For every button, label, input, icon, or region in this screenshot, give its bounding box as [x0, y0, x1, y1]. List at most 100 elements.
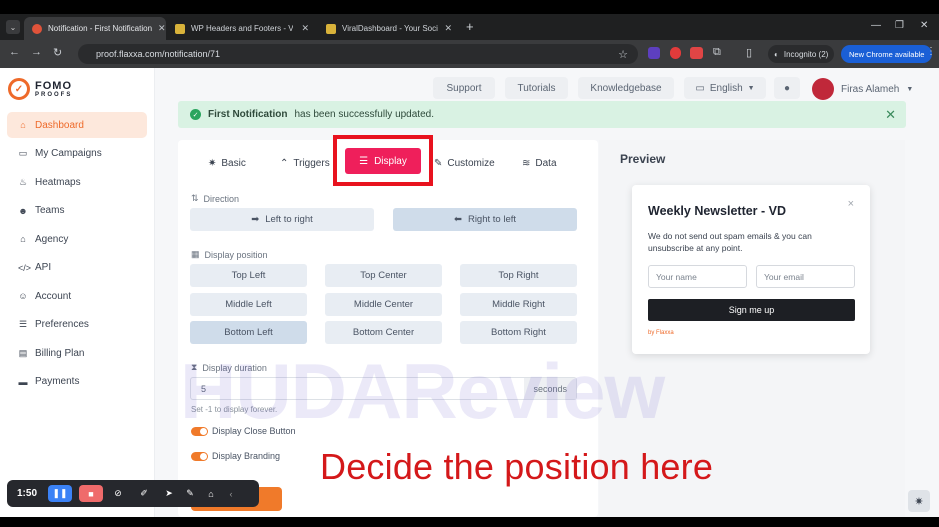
support-button[interactable]: Support [433, 77, 495, 99]
draw-icon[interactable]: ✐ [133, 485, 155, 502]
sidebar-item-label: API [35, 262, 52, 273]
widget-branding: by Flaxxa [648, 330, 674, 336]
receipt-icon: ▤ [18, 347, 28, 358]
new-chrome-button[interactable]: New Chrome available [841, 45, 933, 63]
bookmark-star-icon[interactable]: ☆ [618, 48, 628, 61]
tab-triggers[interactable]: ⌃ Triggers [280, 155, 330, 171]
browser-tab-notification[interactable]: Notification - First Notification ✕ [24, 17, 166, 40]
back-icon[interactable]: ← [9, 46, 20, 58]
tab-label: Triggers [293, 157, 330, 169]
settings-gear-icon[interactable]: ✷ [908, 490, 930, 512]
position-middle-right-button[interactable]: Middle Right [460, 292, 577, 316]
knowledgebase-button[interactable]: Knowledgebase [578, 77, 674, 99]
position-top-center-button[interactable]: Top Center [325, 264, 442, 287]
extensions-puzzle-icon[interactable]: ⧉ [713, 46, 721, 59]
sidebar-item-agency[interactable]: ⌂ Agency [7, 226, 147, 252]
sidebar-item-label: Heatmaps [35, 176, 81, 188]
reload-icon[interactable]: ↻ [53, 46, 62, 59]
close-notice-icon[interactable]: ✕ [885, 107, 896, 123]
bank-icon: ⌂ [20, 234, 26, 244]
tab-label: Data [535, 157, 557, 169]
chevron-up-icon: ⌃ [280, 157, 289, 169]
tutorials-button[interactable]: Tutorials [505, 77, 568, 99]
side-panel-icon[interactable]: ▯ [746, 46, 752, 59]
tab-data[interactable]: ≋ Data [522, 155, 557, 171]
extension-icon[interactable] [690, 47, 703, 59]
name-input[interactable]: Your name [648, 265, 747, 288]
forward-icon[interactable]: → [31, 46, 42, 58]
viral-favicon-icon [175, 23, 185, 34]
user-menu[interactable]: Firas Alameh ▼ [812, 78, 913, 100]
extension-icon[interactable] [670, 47, 681, 59]
pause-icon[interactable]: ❚❚ [48, 485, 72, 502]
email-input[interactable]: Your email [756, 265, 855, 288]
sidebar-item-label: Billing Plan [35, 347, 85, 359]
widget-title: Weekly Newsletter - VD [648, 204, 787, 218]
maximize-icon[interactable]: ❐ [895, 20, 904, 31]
button-label: Right to left [467, 214, 517, 225]
language-value: English [709, 82, 743, 94]
stop-icon[interactable]: ■ [79, 485, 103, 502]
position-bottom-left-button[interactable]: Bottom Left [190, 321, 307, 344]
sidebar-item-teams[interactable]: ☻ Teams [7, 198, 147, 224]
new-tab-button[interactable]: + [466, 19, 474, 34]
language-select[interactable]: ▭ English ▼ [684, 77, 766, 99]
widget-text: We do not send out spam emails & you can… [648, 231, 812, 253]
sidebar-item-my-campaigns[interactable]: ▭ My Campaigns [7, 141, 147, 167]
position-middle-center-button[interactable]: Middle Center [325, 292, 442, 316]
tab-basic[interactable]: ✷ Basic [208, 155, 246, 171]
users-icon: ☻ [18, 205, 28, 216]
sidebar-item-billing-plan[interactable]: ▤ Billing Plan [7, 340, 147, 366]
notifications-bell-icon[interactable]: ● [774, 77, 800, 99]
extension-icon[interactable] [648, 47, 660, 59]
browser-tab-wp-headers[interactable]: WP Headers and Footers - Viral ✕ [167, 17, 317, 40]
notice-text: has been successfully updated. [294, 109, 434, 120]
collapse-icon[interactable]: ‹ [225, 485, 237, 502]
mic-off-icon[interactable]: ⊘ [110, 485, 126, 502]
widget-close-icon[interactable]: × [848, 198, 854, 210]
logo[interactable]: ✓ FOMO PROOFS [8, 78, 72, 100]
arrow-right-icon: ➡ [251, 214, 260, 225]
position-top-left-button[interactable]: Top Left [190, 264, 307, 287]
browser-toolbar: ← → ↻ proof.flaxxa.com/notification/71 ☆… [0, 40, 939, 68]
incognito-indicator[interactable]: ◐ Incognito (2) [768, 45, 835, 63]
highlighter-icon[interactable]: ⌂ [204, 485, 218, 502]
right-to-left-button[interactable]: ⬅ Right to left [393, 208, 577, 231]
close-tab-icon[interactable]: ✕ [444, 23, 452, 34]
branding-toggle[interactable] [191, 452, 208, 461]
sidebar-item-account[interactable]: ☺ Account [7, 283, 147, 309]
tab-label: Customize [447, 157, 495, 169]
position-top-right-button[interactable]: Top Right [460, 264, 577, 287]
position-bottom-center-button[interactable]: Bottom Center [325, 321, 442, 344]
minimize-icon[interactable]: — [871, 20, 881, 31]
sidebar-item-dashboard[interactable]: ⌂ Dashboard [7, 112, 147, 138]
close-tab-icon[interactable]: ✕ [158, 23, 166, 34]
position-middle-left-button[interactable]: Middle Left [190, 292, 307, 316]
tab-title: ViralDashboard - Your Social M [342, 24, 438, 33]
sidebar-item-payments[interactable]: ▬ Payments [7, 369, 147, 395]
sidebar-item-label: Payments [35, 376, 80, 387]
user-cog-icon: ☺ [18, 291, 28, 301]
sidebar-item-preferences[interactable]: ☰ Preferences [7, 312, 147, 338]
video-caption: Decide the position here [320, 446, 714, 487]
pen-icon[interactable]: ✎ [183, 485, 197, 502]
close-window-icon[interactable]: ✕ [920, 20, 928, 31]
url-text: proof.flaxxa.com/notification/71 [96, 49, 221, 59]
tab-display[interactable]: ☰ Display [345, 148, 421, 174]
position-bottom-right-button[interactable]: Bottom Right [460, 321, 577, 344]
tab-search-icon[interactable]: ⌄ [6, 20, 20, 34]
more-menu-icon[interactable]: ⋮ [926, 46, 936, 57]
sidebar-item-heatmaps[interactable]: ♨ Heatmaps [7, 169, 147, 195]
pointer-icon[interactable]: ➤ [162, 485, 176, 502]
browser-tab-viral-dashboard[interactable]: ViralDashboard - Your Social M ✕ [318, 17, 460, 40]
sidebar-item-api[interactable]: </> API [7, 255, 147, 281]
tab-customize[interactable]: ✎ Customize [434, 155, 495, 171]
left-to-right-button[interactable]: ➡ Left to right [190, 208, 374, 231]
tab-label: Display [374, 155, 407, 167]
address-bar[interactable]: proof.flaxxa.com/notification/71 ☆ [78, 44, 638, 64]
logo-check-icon: ✓ [8, 78, 30, 100]
success-check-icon: ✓ [190, 109, 201, 120]
sign-up-button[interactable]: Sign me up [648, 299, 855, 321]
sidebar-item-label: Teams [35, 205, 65, 216]
close-tab-icon[interactable]: ✕ [301, 23, 309, 34]
